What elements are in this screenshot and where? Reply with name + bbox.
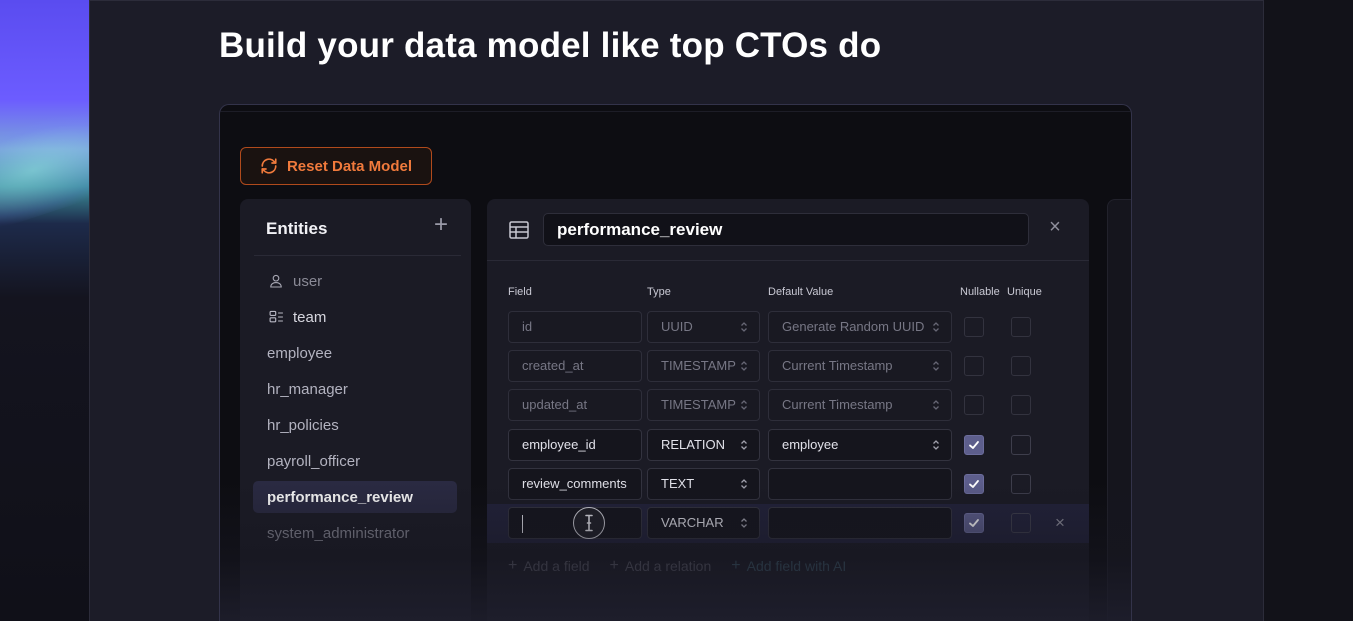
- plus-icon: +: [609, 557, 619, 574]
- unique-checkbox: [1011, 395, 1031, 415]
- entity-item-system-administrator[interactable]: system_administrator: [253, 517, 457, 549]
- chevron-updown-icon: [741, 400, 747, 410]
- unique-checkbox[interactable]: [1011, 513, 1031, 533]
- unique-checkbox[interactable]: [1011, 474, 1031, 494]
- entity-item-hr-policies[interactable]: hr_policies: [253, 409, 457, 441]
- team-icon: [267, 308, 285, 326]
- entity-item-employee[interactable]: employee: [253, 337, 457, 369]
- add-actions: + Add a field + Add a relation + Add field …: [508, 557, 846, 575]
- text-caret: [522, 515, 523, 533]
- nullable-checkbox[interactable]: [964, 474, 984, 494]
- page-headline: Build your data model like top CTOs do: [219, 26, 882, 65]
- chevron-updown-icon: [741, 322, 747, 332]
- left-decorative-strip: [0, 0, 89, 621]
- entity-item-team[interactable]: team: [253, 301, 457, 333]
- chevron-updown-icon: [741, 440, 747, 450]
- default-value-input[interactable]: [768, 468, 952, 500]
- entities-title: Entities: [266, 219, 328, 238]
- app-window: Reset Data Model Entities + user team em…: [219, 104, 1132, 621]
- chevron-updown-icon: [741, 479, 747, 489]
- field-type-select[interactable]: TEXT: [647, 468, 760, 500]
- entity-item-hr-manager[interactable]: hr_manager: [253, 373, 457, 405]
- reset-data-model-button[interactable]: Reset Data Model: [240, 147, 432, 185]
- field-row: employee_id RELATION employee: [487, 429, 1089, 463]
- default-value-select: Current Timestamp: [768, 389, 952, 421]
- check-icon: [969, 441, 979, 449]
- field-row: id UUID Generate Random UUID: [487, 311, 1089, 345]
- plus-icon: +: [731, 557, 741, 574]
- entity-name-input[interactable]: performance_review: [543, 213, 1029, 246]
- col-header-type: Type: [647, 286, 671, 298]
- col-header-field: Field: [508, 286, 532, 298]
- default-value-select: Generate Random UUID: [768, 311, 952, 343]
- field-type-select: UUID: [647, 311, 760, 343]
- chevron-updown-icon: [933, 322, 939, 332]
- chevron-updown-icon: [933, 400, 939, 410]
- close-icon[interactable]: ×: [1047, 217, 1063, 237]
- plus-icon: +: [508, 557, 518, 574]
- field-row: created_at TIMESTAMP Current Timestamp: [487, 350, 1089, 384]
- field-row: review_comments TEXT: [487, 468, 1089, 502]
- add-field-with-ai-button[interactable]: + Add field with AI: [731, 557, 846, 575]
- unique-checkbox: [1011, 317, 1031, 337]
- default-value-select: Current Timestamp: [768, 350, 952, 382]
- field-name-input[interactable]: review_comments: [508, 468, 642, 500]
- nullable-checkbox: [964, 395, 984, 415]
- right-strip: [1264, 0, 1353, 621]
- default-value-input[interactable]: [768, 507, 952, 539]
- entity-item-user[interactable]: user: [253, 265, 457, 297]
- table-icon: [509, 221, 529, 239]
- delete-field-icon[interactable]: ×: [1053, 514, 1067, 531]
- check-icon: [969, 480, 979, 488]
- entities-panel: Entities + user team employee hr_manager…: [240, 199, 471, 621]
- chevron-updown-icon: [741, 361, 747, 371]
- unique-checkbox[interactable]: [1011, 435, 1031, 455]
- field-type-select[interactable]: VARCHAR: [647, 507, 760, 539]
- nullable-checkbox: [964, 356, 984, 376]
- field-row: updated_at TIMESTAMP Current Timestamp: [487, 389, 1089, 423]
- add-field-button[interactable]: + Add a field: [508, 557, 590, 575]
- add-relation-button[interactable]: + Add a relation: [610, 557, 712, 575]
- text-cursor-icon: [573, 507, 605, 539]
- refresh-icon: [261, 158, 277, 174]
- unique-checkbox: [1011, 356, 1031, 376]
- nullable-checkbox[interactable]: [964, 513, 984, 533]
- field-name-input: updated_at: [508, 389, 642, 421]
- reset-button-label: Reset Data Model: [286, 157, 413, 175]
- col-header-unique: Unique: [1007, 286, 1042, 298]
- chevron-updown-icon: [741, 518, 747, 528]
- field-name-input: id: [508, 311, 642, 343]
- col-header-default: Default Value: [768, 286, 834, 298]
- chevron-updown-icon: [933, 440, 939, 450]
- nullable-checkbox[interactable]: [964, 435, 984, 455]
- next-panel-edge: [1107, 199, 1131, 621]
- check-icon: [969, 519, 979, 527]
- user-icon: [267, 272, 285, 290]
- nullable-checkbox: [964, 317, 984, 337]
- entity-list: user team employee hr_manager hr_policie…: [253, 265, 457, 553]
- field-name-input: created_at: [508, 350, 642, 382]
- field-type-select: TIMESTAMP: [647, 350, 760, 382]
- field-type-select: TIMESTAMP: [647, 389, 760, 421]
- default-value-select[interactable]: employee: [768, 429, 952, 461]
- field-row-editing: VARCHAR ×: [487, 504, 1089, 543]
- plus-icon[interactable]: +: [431, 213, 451, 237]
- field-type-select[interactable]: RELATION: [647, 429, 760, 461]
- entity-item-performance-review[interactable]: performance_review: [253, 481, 457, 513]
- field-name-input[interactable]: employee_id: [508, 429, 642, 461]
- entity-item-payroll-officer[interactable]: payroll_officer: [253, 445, 457, 477]
- col-header-nullable: Nullable: [960, 286, 1000, 298]
- chevron-updown-icon: [933, 361, 939, 371]
- entity-editor-panel: performance_review × Field Type Default …: [487, 199, 1089, 621]
